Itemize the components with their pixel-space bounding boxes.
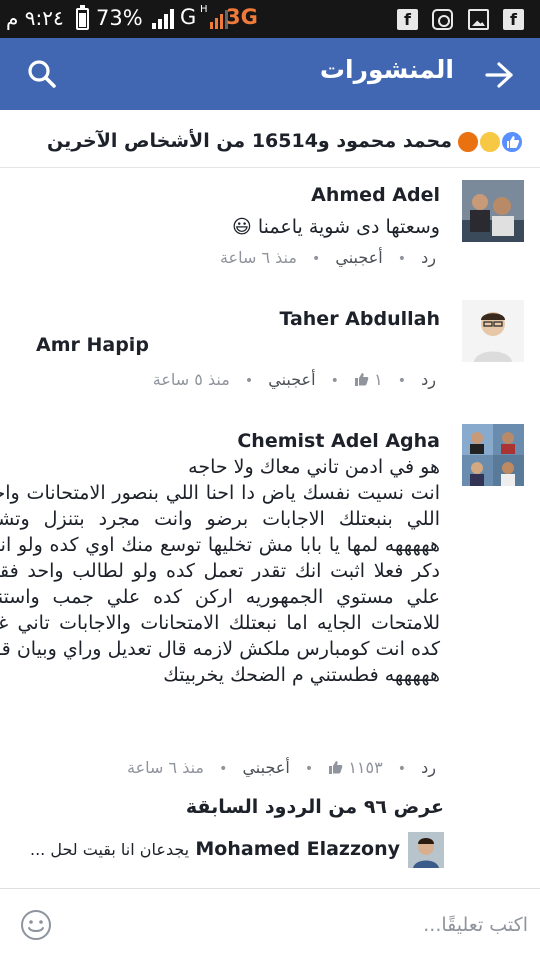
like-link[interactable]: أعجبني [242, 758, 289, 777]
comment-author[interactable]: Ahmed Adel [311, 184, 440, 206]
angry-reaction-icon [456, 130, 480, 154]
like-reaction-icon [500, 130, 524, 154]
like-link[interactable]: أعجبني [335, 248, 382, 267]
clock: ٩:٢٤ م [6, 6, 64, 30]
avatar[interactable] [462, 300, 524, 362]
reactions-summary[interactable]: محمد محمود و16514 من الأشخاص الآخرين [0, 116, 540, 168]
status-bar: ٩:٢٤ م 73% G H 3G f f [0, 0, 540, 38]
comment: Taher Abdullah Amr Hapip رد • ١ • أعجبني… [0, 296, 540, 400]
reply-author[interactable]: Mohamed Elazzony [195, 838, 400, 860]
comment-actions: رد • ١ • أعجبني • منذ ٥ ساعة [152, 370, 436, 389]
reply-link[interactable]: رد [421, 248, 436, 267]
like-count: ١١٥٣ [348, 758, 383, 777]
like-link[interactable]: أعجبني [268, 370, 315, 389]
comment-author[interactable]: Taher Abdullah [279, 308, 440, 330]
search-icon[interactable] [26, 58, 58, 90]
comment: Chemist Adel Agha هو في ادمن تاني معاك و… [0, 420, 540, 786]
comment-composer [0, 888, 540, 960]
like-count-icon [355, 373, 369, 386]
network-h-label: H [200, 4, 208, 15]
comment-author[interactable]: Chemist Adel Agha [237, 430, 440, 452]
reactions-summary-text: محمد محمود و16514 من الأشخاص الآخرين [46, 130, 452, 152]
avatar[interactable] [462, 424, 524, 486]
facebook-icon: f [397, 9, 418, 30]
sticker-icon[interactable] [20, 909, 52, 941]
comment: Ahmed Adel وسعتها دى شوية ياعمنا 😃 رد • … [0, 176, 540, 286]
page-title: المنشورات [319, 55, 454, 84]
battery-icon [76, 5, 89, 30]
comment-text[interactable]: Amr Hapip [36, 332, 149, 358]
app-bar: المنشورات [0, 38, 540, 110]
like-count-icon [329, 761, 343, 774]
gallery-icon [468, 9, 489, 30]
reply-link[interactable]: رد [421, 758, 436, 777]
comment-text: هو في ادمن تاني معاك ولا حاجه انت نسيت ن… [0, 456, 440, 686]
comment-actions: رد • أعجبني • منذ ٦ ساعة [219, 248, 436, 267]
comment-actions: رد • ١١٥٣ • أعجبني • منذ ٦ ساعة [127, 758, 436, 777]
facebook-icon: f [503, 9, 524, 30]
view-previous-replies[interactable]: عرض ٩٦ من الردود السابقة [186, 796, 444, 818]
like-count: ١ [374, 370, 383, 389]
back-arrow-icon[interactable] [484, 60, 514, 90]
battery-percent: 73% [96, 6, 143, 30]
avatar[interactable] [408, 832, 444, 868]
comment-time: منذ ٦ ساعة [219, 248, 297, 267]
network-g-label: G [180, 5, 197, 29]
signal-icon [152, 9, 174, 29]
avatar[interactable] [462, 180, 524, 242]
comment-text: وسعتها دى شوية ياعمنا 😃 [232, 216, 440, 238]
comment-time: منذ ٦ ساعة [127, 758, 204, 777]
instagram-icon [432, 9, 453, 30]
network-3g-label: 3G [226, 5, 258, 29]
reply-preview[interactable]: Mohamed Elazzony يجدعان انا بقيت لحل ... [0, 832, 540, 872]
reply-link[interactable]: رد [421, 370, 436, 389]
comment-time: منذ ٥ ساعة [152, 370, 230, 389]
haha-reaction-icon [478, 130, 502, 154]
comment-input[interactable] [88, 907, 528, 943]
reply-snippet: يجدعان انا بقيت لحل ... [30, 840, 190, 859]
